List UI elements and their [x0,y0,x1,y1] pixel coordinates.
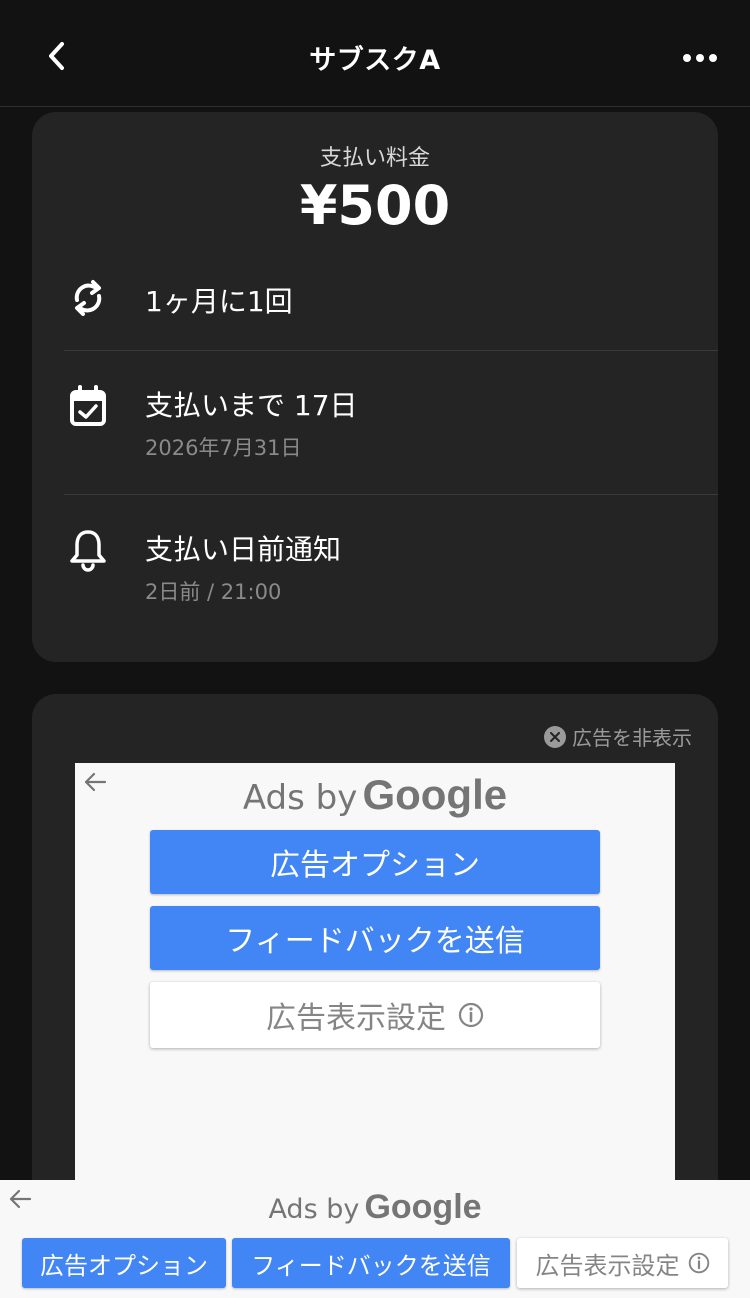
info-icon [688,1252,709,1274]
page-title: サブスクA [309,45,441,76]
bell-icon [66,528,110,572]
notification-timing: 2日前 / 21:00 [145,580,282,604]
hide-ad-button[interactable]: 広告を非表示 [544,722,692,751]
google-logo: Google [362,771,508,818]
subscription-detail-card: 支払い料金 ¥500 1ヶ月に1回 支払いまで 17日 2026年7月31日 支… [32,112,718,662]
ad-settings-button[interactable]: 広告表示設定 [150,982,600,1048]
bottom-ads-by-label: Ads by [268,1194,360,1225]
bottom-ad-options-button[interactable]: 広告オプション [22,1238,226,1288]
next-payment-row[interactable]: 支払いまで 17日 2026年7月31日 [32,376,718,486]
price-amount: ¥500 [299,174,451,237]
ad-settings-label: 広告表示設定 [266,1001,446,1036]
notification-row[interactable]: 支払い日前通知 2日前 / 21:00 [32,520,718,630]
calendar-check-icon [66,384,110,428]
bottom-send-feedback-button[interactable]: フィードバックを送信 [232,1238,510,1288]
bottom-ads-by-google: Ads by Google [0,1188,750,1227]
notification-text: 支払い日前通知 [145,533,342,566]
repeat-icon [66,276,110,320]
bottom-google-logo: Google [364,1188,482,1226]
next-payment-text: 支払いまで 17日 [145,389,358,422]
billing-cycle-text: 1ヶ月に1回 [145,285,293,318]
hide-ad-label: 広告を非表示 [572,726,692,750]
close-icon [544,725,566,748]
bottom-banner-ad: Ads by Google 広告オプション フィードバックを送信 広告表示設定 [0,1180,750,1298]
info-icon [458,1002,484,1028]
ad-options-button[interactable]: 広告オプション [150,830,600,894]
more-horizontal-icon [683,54,717,62]
ads-by-label: Ads by [242,778,358,818]
send-feedback-button[interactable]: フィードバックを送信 [150,906,600,970]
navigation-bar: サブスクA [0,0,750,107]
divider [64,494,718,495]
more-options-button[interactable] [678,38,722,78]
divider [64,350,718,351]
bottom-ad-settings-label: 広告表示設定 [535,1251,680,1280]
price-label: 支払い料金 [319,146,430,171]
ads-by-google: Ads by Google [75,771,675,819]
billing-cycle-row[interactable]: 1ヶ月に1回 [32,272,718,352]
bottom-ad-settings-button[interactable]: 広告表示設定 [517,1238,728,1288]
next-payment-date: 2026年7月31日 [145,436,302,460]
